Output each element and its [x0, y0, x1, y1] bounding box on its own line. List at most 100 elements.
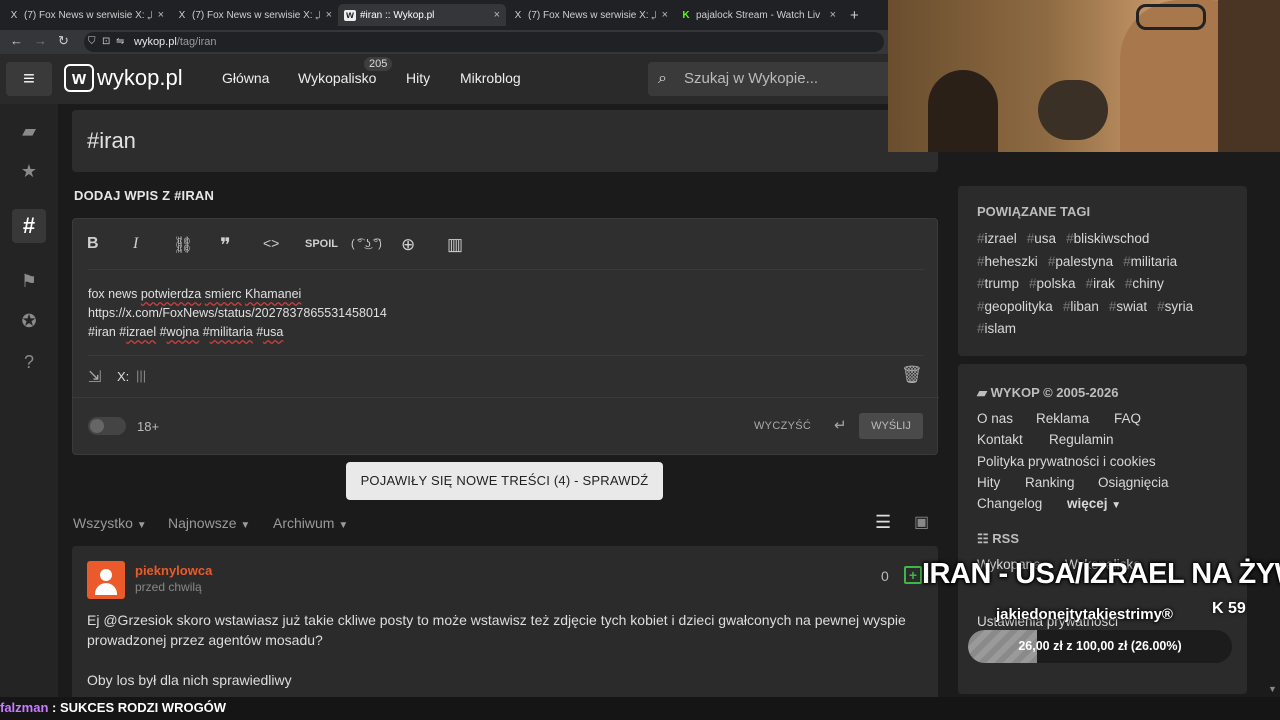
- new-tab-button[interactable]: +: [844, 4, 868, 26]
- related-tag[interactable]: #swiat: [1109, 296, 1147, 319]
- add-photo-icon[interactable]: ⊕: [401, 235, 415, 255]
- back-arrow-icon[interactable]: ←: [10, 33, 23, 48]
- close-icon[interactable]: ×: [326, 9, 332, 21]
- mention-link[interactable]: @Grzesiok: [103, 612, 172, 628]
- filter-newest[interactable]: Najnowsze ▼: [168, 515, 250, 531]
- nav-mikroblog[interactable]: Mikroblog: [460, 70, 521, 86]
- tab-title: (7) Fox News w serwisie X: „BRE: [528, 9, 656, 21]
- avatar-body: [95, 583, 117, 595]
- browser-tab[interactable]: K pajalock Stream - Watch Liv ×: [674, 4, 842, 26]
- star-icon[interactable]: ★: [12, 154, 46, 188]
- ranking-icon[interactable]: ⚑: [12, 264, 46, 298]
- footer-link[interactable]: Kontakt: [977, 432, 1023, 447]
- url-field[interactable]: ⛉ ⊡ ⇋ wykop.pl/tag/iran: [84, 32, 884, 52]
- stream-subtitle: jakiedonejtytakiestrimy®: [996, 606, 1173, 623]
- related-tag[interactable]: #izrael: [977, 228, 1017, 251]
- browser-tab[interactable]: X (7) Fox News w serwisie X: „BRE ×: [2, 4, 170, 26]
- browser-tab[interactable]: X (7) Fox News w serwisie X: „BRE ×: [506, 4, 674, 26]
- hair-shape: [1218, 0, 1280, 152]
- footer-link[interactable]: Hity: [977, 475, 1000, 490]
- site-settings-icon[interactable]: ⇋: [116, 32, 124, 52]
- hashtag-icon[interactable]: #: [12, 209, 46, 243]
- left-rail: ▰ ★ # ⚑ ✪ ?: [0, 104, 58, 720]
- search-input[interactable]: ⌕ Szukaj w Wykopie...: [648, 62, 898, 96]
- links-icon[interactable]: ▰: [12, 114, 46, 148]
- send-button[interactable]: WYŚLIJ: [859, 413, 923, 439]
- editor-divider: [88, 269, 924, 270]
- filter-label: Archiwum: [273, 515, 335, 531]
- italic-button[interactable]: I: [133, 235, 138, 253]
- kick-icon: K: [1212, 600, 1224, 617]
- plus-vote-button[interactable]: +: [904, 566, 922, 584]
- trash-icon[interactable]: 🗑: [901, 365, 923, 385]
- new-content-button[interactable]: POJAWIŁY SIĘ NOWE TREŚCI (4) - SPRAWDŹ: [346, 462, 663, 500]
- footer-link[interactable]: O nas: [977, 411, 1013, 426]
- poll-icon[interactable]: ▥: [447, 235, 463, 255]
- related-tag-label: swiat: [1116, 298, 1148, 314]
- nav-glowna[interactable]: Główna: [222, 70, 269, 86]
- related-tag[interactable]: #syria: [1157, 296, 1193, 319]
- hash-prefix: #: [1123, 253, 1131, 269]
- close-icon[interactable]: ×: [830, 9, 836, 21]
- enter-icon[interactable]: ↵: [834, 416, 847, 434]
- footer-link[interactable]: Changelog: [977, 496, 1042, 511]
- filter-label: Wszystko: [73, 515, 133, 531]
- related-tag[interactable]: #trump: [977, 273, 1019, 296]
- avatar[interactable]: [87, 561, 125, 599]
- related-tag[interactable]: #usa: [1027, 228, 1056, 251]
- spoiler-button[interactable]: SPOIL: [305, 238, 338, 250]
- menu-icon[interactable]: ≡: [6, 62, 52, 96]
- nav-hity[interactable]: Hity: [406, 70, 430, 86]
- achievements-icon[interactable]: ✪: [12, 304, 46, 338]
- close-icon[interactable]: ×: [494, 9, 500, 21]
- nav-wykopalisko[interactable]: Wykopalisko: [298, 70, 376, 86]
- footer-link[interactable]: Polityka prywatności i cookies: [977, 454, 1156, 469]
- embed-icon[interactable]: ⇲: [88, 367, 101, 387]
- code-icon[interactable]: <>: [263, 235, 279, 251]
- hash-prefix: #: [977, 231, 985, 246]
- footer-link[interactable]: Osiągnięcia: [1098, 475, 1169, 490]
- related-tag[interactable]: #irak: [1086, 273, 1115, 296]
- media-view-icon[interactable]: ▣: [914, 512, 929, 532]
- browser-tab-active[interactable]: w #iran :: Wykop.pl ×: [338, 4, 506, 26]
- link-icon[interactable]: ⛓: [173, 235, 193, 255]
- related-tag[interactable]: #islam: [977, 318, 1016, 341]
- chevron-down-icon: ▼: [1111, 500, 1122, 511]
- forward-arrow-icon[interactable]: →: [34, 33, 47, 48]
- related-tag[interactable]: #bliskiwschod: [1066, 228, 1149, 251]
- lenny-button[interactable]: ( ͡° ͜ʖ ͡°): [351, 238, 382, 250]
- search-icon: ⌕: [658, 70, 667, 87]
- clear-button[interactable]: WYCZYŚĆ: [754, 420, 811, 432]
- quote-icon[interactable]: ❞: [220, 233, 231, 258]
- reload-icon[interactable]: ↻: [58, 33, 69, 49]
- scroll-down-arrow-icon[interactable]: ▼: [1268, 684, 1277, 694]
- search-placeholder: Szukaj w Wykopie...: [684, 70, 819, 87]
- author-name[interactable]: pieknylowca: [135, 563, 212, 578]
- editor-textarea[interactable]: fox news potwierdza smierc Khamanei http…: [88, 285, 387, 342]
- related-tag[interactable]: #militaria: [1123, 251, 1177, 274]
- related-tag[interactable]: #chiny: [1125, 273, 1164, 296]
- footer-link[interactable]: Regulamin: [1049, 432, 1114, 447]
- bold-button[interactable]: B: [87, 235, 99, 253]
- related-tag-label: usa: [1034, 231, 1057, 246]
- more-link[interactable]: więcej ▼: [1067, 496, 1121, 511]
- related-tag[interactable]: #liban: [1063, 296, 1099, 319]
- footer-link[interactable]: FAQ: [1114, 411, 1141, 426]
- close-icon[interactable]: ×: [662, 9, 668, 21]
- related-tag[interactable]: #geopolityka: [977, 296, 1053, 319]
- filter-archive[interactable]: Archiwum ▼: [273, 515, 348, 531]
- help-icon[interactable]: ?: [12, 345, 46, 379]
- list-view-icon[interactable]: ☰: [875, 512, 891, 533]
- browser-tab[interactable]: X (7) Fox News w serwisie X: „BRE ×: [170, 4, 338, 26]
- filter-all[interactable]: Wszystko ▼: [73, 515, 147, 531]
- adult-toggle[interactable]: [88, 417, 126, 435]
- footer-link[interactable]: Ranking: [1025, 475, 1075, 490]
- related-tag[interactable]: #heheszki: [977, 251, 1038, 274]
- footer-link[interactable]: Reklama: [1036, 411, 1089, 426]
- wykop-logo[interactable]: w wykop.pl: [64, 64, 183, 92]
- close-icon[interactable]: ×: [158, 9, 164, 21]
- related-tag[interactable]: #palestyna: [1048, 251, 1113, 274]
- embed-loading: |||: [136, 368, 147, 383]
- related-tag[interactable]: #polska: [1029, 273, 1076, 296]
- post-text: Ej: [87, 612, 104, 628]
